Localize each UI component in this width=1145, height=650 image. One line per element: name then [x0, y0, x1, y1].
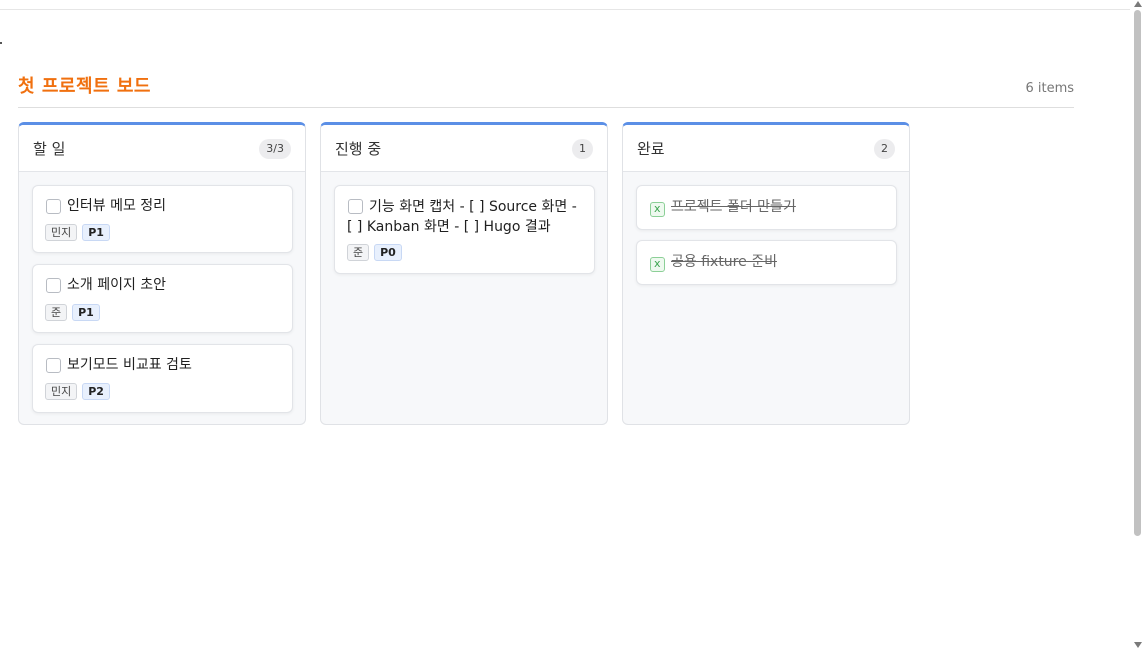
priority-tag: P0 — [374, 244, 402, 261]
task-card[interactable]: 인터뷰 메모 정리 민지 P1 — [32, 185, 293, 253]
task-title: 보기모드 비교표 검토 — [67, 357, 192, 373]
vertical-scrollbar[interactable] — [1130, 0, 1145, 650]
board-title: 첫 프로젝트 보드 — [18, 76, 151, 97]
task-checkbox-checked[interactable]: x — [650, 202, 665, 217]
task-card[interactable]: 보기모드 비교표 검토 민지 P2 — [32, 344, 293, 413]
task-checkbox[interactable] — [46, 199, 61, 214]
priority-tag: P1 — [72, 304, 100, 321]
column-count-badge: 3/3 — [259, 139, 291, 159]
board-header: 첫 프로젝트 보드 6 items — [18, 72, 1074, 108]
column-header: 완료 2 — [623, 125, 909, 172]
task-tags: 민지 P1 — [45, 224, 110, 241]
column-title: 완료 — [637, 140, 665, 158]
check-mark-icon: x — [654, 257, 661, 270]
assignee-tag: 민지 — [45, 224, 78, 241]
scroll-up-arrow-icon[interactable] — [1134, 1, 1142, 7]
column-todo: 할 일 3/3 인터뷰 메모 정리 민지 P1 소개 페이지 초안 준 P1 보… — [18, 122, 306, 425]
column-header: 할 일 3/3 — [19, 125, 305, 172]
column-count-badge: 2 — [874, 139, 895, 159]
task-checkbox-checked[interactable]: x — [650, 257, 665, 272]
cursor-dot — [0, 42, 2, 44]
task-card[interactable]: 소개 페이지 초안 준 P1 — [32, 264, 293, 333]
task-checkbox[interactable] — [46, 358, 61, 373]
task-title: 기능 화면 캡처 - [ ] Source 화면 - [ ] Kanban 화면… — [347, 199, 577, 235]
priority-tag: P2 — [82, 383, 110, 400]
task-tags: 준 P0 — [347, 244, 402, 261]
column-count-badge: 1 — [572, 139, 593, 159]
top-divider — [0, 9, 1130, 10]
task-card[interactable]: x 프로젝트 폴더 만들기 — [636, 185, 897, 230]
column-header: 진행 중 1 — [321, 125, 607, 172]
assignee-tag: 준 — [347, 244, 370, 261]
column-title: 진행 중 — [335, 140, 382, 158]
task-card[interactable]: x 공용 fixture 준비 — [636, 240, 897, 285]
task-title: 인터뷰 메모 정리 — [67, 198, 167, 214]
check-mark-icon: x — [654, 202, 661, 215]
task-checkbox[interactable] — [46, 278, 61, 293]
task-tags: 준 P1 — [45, 304, 100, 321]
assignee-tag: 민지 — [45, 383, 78, 400]
assignee-tag: 준 — [45, 304, 68, 321]
column-done: 완료 2 x 프로젝트 폴더 만들기 x 공용 fixture 준비 — [622, 122, 910, 425]
task-tags: 민지 P2 — [45, 383, 110, 400]
priority-tag: P1 — [82, 224, 110, 241]
scroll-down-arrow-icon[interactable] — [1134, 642, 1142, 648]
task-title: 공용 fixture 준비 — [671, 254, 777, 270]
column-title: 할 일 — [33, 140, 66, 158]
task-card[interactable]: 기능 화면 캡처 - [ ] Source 화면 - [ ] Kanban 화면… — [334, 185, 595, 274]
task-title: 프로젝트 폴더 만들기 — [671, 199, 796, 215]
column-in-progress: 진행 중 1 기능 화면 캡처 - [ ] Source 화면 - [ ] Ka… — [320, 122, 608, 425]
task-title: 소개 페이지 초안 — [67, 277, 167, 293]
item-count: 6 items — [1025, 81, 1074, 96]
scroll-thumb[interactable] — [1134, 10, 1141, 536]
